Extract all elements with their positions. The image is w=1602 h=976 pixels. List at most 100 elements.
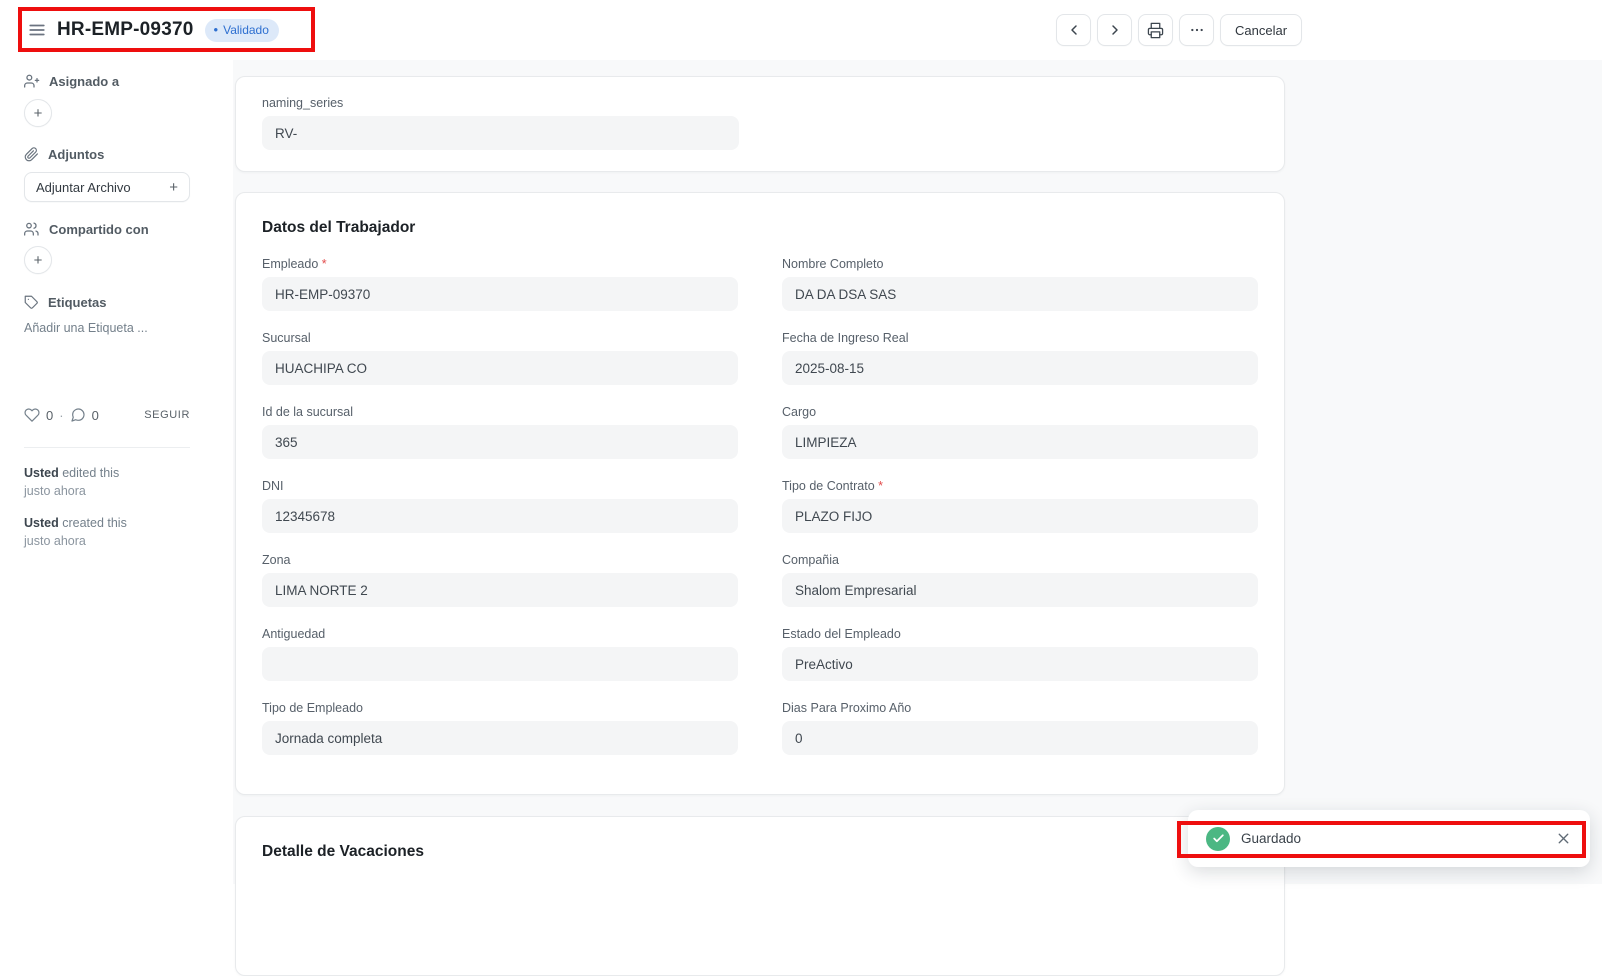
field-label: Compañia [782,553,1258,567]
field-empleado: Empleado * HR-EMP-09370 [262,257,738,311]
like-count: 0 [46,408,53,423]
field-input[interactable]: LIMPIEZA [782,425,1258,459]
required-asterisk: * [318,257,326,271]
toast-message: Guardado [1241,831,1301,846]
page-title: HR-EMP-09370 [57,19,194,41]
cancel-button[interactable]: Cancelar [1220,14,1302,46]
worker-data-card: Datos del Trabajador Empleado * HR-EMP-09… [235,192,1285,795]
field-input[interactable]: PLAZO FIJO [782,499,1258,533]
activity-timestamp: justo ahora [24,532,190,550]
activity-list: Usted edited thisjusto ahoraUsted create… [24,464,190,550]
field-estado-del-empleado: Estado del Empleado PreActivo [782,627,1258,681]
vacation-detail-card: Detalle de Vacaciones [235,816,1285,976]
field-input[interactable]: Shalom Empresarial [782,573,1258,607]
field-label: Zona [262,553,738,567]
field-label: DNI [262,479,738,493]
close-icon[interactable] [1555,830,1572,847]
activity-item: Usted edited thisjusto ahora [24,464,190,500]
form-content: naming_series RV- Datos del Trabajador E… [235,60,1285,976]
naming-series-card: naming_series RV- [235,76,1285,172]
naming-series-input[interactable]: RV- [262,116,739,150]
field-input[interactable] [262,647,738,681]
field-label: Tipo de Empleado [262,701,738,715]
header-title-group: HR-EMP-09370 •Validado [28,0,279,60]
field-input[interactable]: HUACHIPA CO [262,351,738,385]
field-naming-series: naming_series RV- [262,96,1258,150]
field-input[interactable]: DA DA DSA SAS [782,277,1258,311]
follow-button[interactable]: SEGUIR [144,409,190,421]
field-label: naming_series [262,96,1258,110]
field-input[interactable]: LIMA NORTE 2 [262,573,738,607]
section-title-vacation: Detalle de Vacaciones [262,843,1258,861]
users-icon [24,221,40,237]
field-dias-para-proximo-a-o: Dias Para Proximo Año 0 [782,701,1258,755]
header: HR-EMP-09370 •Validado Cancelar [0,0,1602,60]
fields-column-right: Nombre Completo DA DA DSA SAS Fecha de Ing… [782,257,1258,775]
user-plus-icon [24,73,40,89]
field-input[interactable]: 0 [782,721,1258,755]
save-toast: Guardado [1188,810,1590,867]
field-input[interactable]: 365 [262,425,738,459]
more-options-button[interactable] [1179,14,1214,46]
field-tipo-de-empleado: Tipo de Empleado Jornada completa [262,701,738,755]
comment-icon[interactable] [70,407,86,423]
status-badge: •Validado [205,19,279,42]
field-label: Fecha de Ingreso Real [782,331,1258,345]
field-nombre-completo: Nombre Completo DA DA DSA SAS [782,257,1258,311]
separator-dot: · [59,408,63,423]
tags-heading: Etiquetas [24,295,190,310]
field-label: Antiguedad [262,627,738,641]
activity-text: Usted edited this [24,464,190,482]
field-input[interactable]: Jornada completa [262,721,738,755]
header-actions: Cancelar [1056,14,1302,46]
field-zona: Zona LIMA NORTE 2 [262,553,738,607]
ellipsis-icon [1189,22,1205,38]
main-area: naming_series RV- Datos del Trabajador E… [233,60,1602,884]
field-input[interactable]: HR-EMP-09370 [262,277,738,311]
field-label: Dias Para Proximo Año [782,701,1258,715]
field-fecha-de-ingreso-real: Fecha de Ingreso Real 2025-08-15 [782,331,1258,385]
sidebar: Asignado a + Adjuntos Adjuntar Archivo +… [24,60,190,564]
next-record-button[interactable] [1097,14,1132,46]
field-dni: DNI 12345678 [262,479,738,533]
attach-file-button[interactable]: Adjuntar Archivo + [24,172,190,202]
activity-text: Usted created this [24,514,190,532]
plus-icon: + [169,179,178,196]
chevron-right-icon [1107,22,1123,38]
add-assignment-button[interactable]: + [24,99,52,127]
prev-record-button[interactable] [1056,14,1091,46]
fields-column-left: Empleado * HR-EMP-09370 Sucursal HUACHIPA C… [262,257,738,775]
field-id-de-la-sucursal: Id de la sucursal 365 [262,405,738,459]
field-label: Sucursal [262,331,738,345]
badge-dot-icon: • [214,25,219,35]
field-label: Estado del Empleado [782,627,1258,641]
check-circle-icon [1206,827,1230,851]
add-tag-input[interactable]: Añadir una Etiqueta ... [24,321,190,335]
field-label: Cargo [782,405,1258,419]
sidebar-divider [24,447,190,448]
field-input[interactable]: 12345678 [262,499,738,533]
field-input[interactable]: 2025-08-15 [782,351,1258,385]
print-button[interactable] [1138,14,1173,46]
field-input[interactable]: PreActivo [782,647,1258,681]
heart-icon[interactable] [24,407,40,423]
activity-timestamp: justo ahora [24,482,190,500]
field-label: Empleado * [262,257,738,271]
field-antiguedad: Antiguedad [262,627,738,681]
field-compa-ia: Compañia Shalom Empresarial [782,553,1258,607]
assigned-to-heading: Asignado a [24,73,190,89]
add-share-button[interactable]: + [24,246,52,274]
attachments-heading: Adjuntos [24,147,190,162]
shared-with-heading: Compartido con [24,221,190,237]
field-tipo-de-contrato: Tipo de Contrato *PLAZO FIJO [782,479,1258,533]
field-label: Id de la sucursal [262,405,738,419]
chevron-left-icon [1066,22,1082,38]
field-label: Nombre Completo [782,257,1258,271]
engagement-row: 0 · 0 SEGUIR [24,407,190,423]
tag-icon [24,295,39,310]
field-cargo: Cargo LIMPIEZA [782,405,1258,459]
printer-icon [1147,22,1164,39]
section-title-worker: Datos del Trabajador [262,219,1258,237]
menu-icon[interactable] [28,21,46,39]
required-asterisk: * [875,479,883,493]
